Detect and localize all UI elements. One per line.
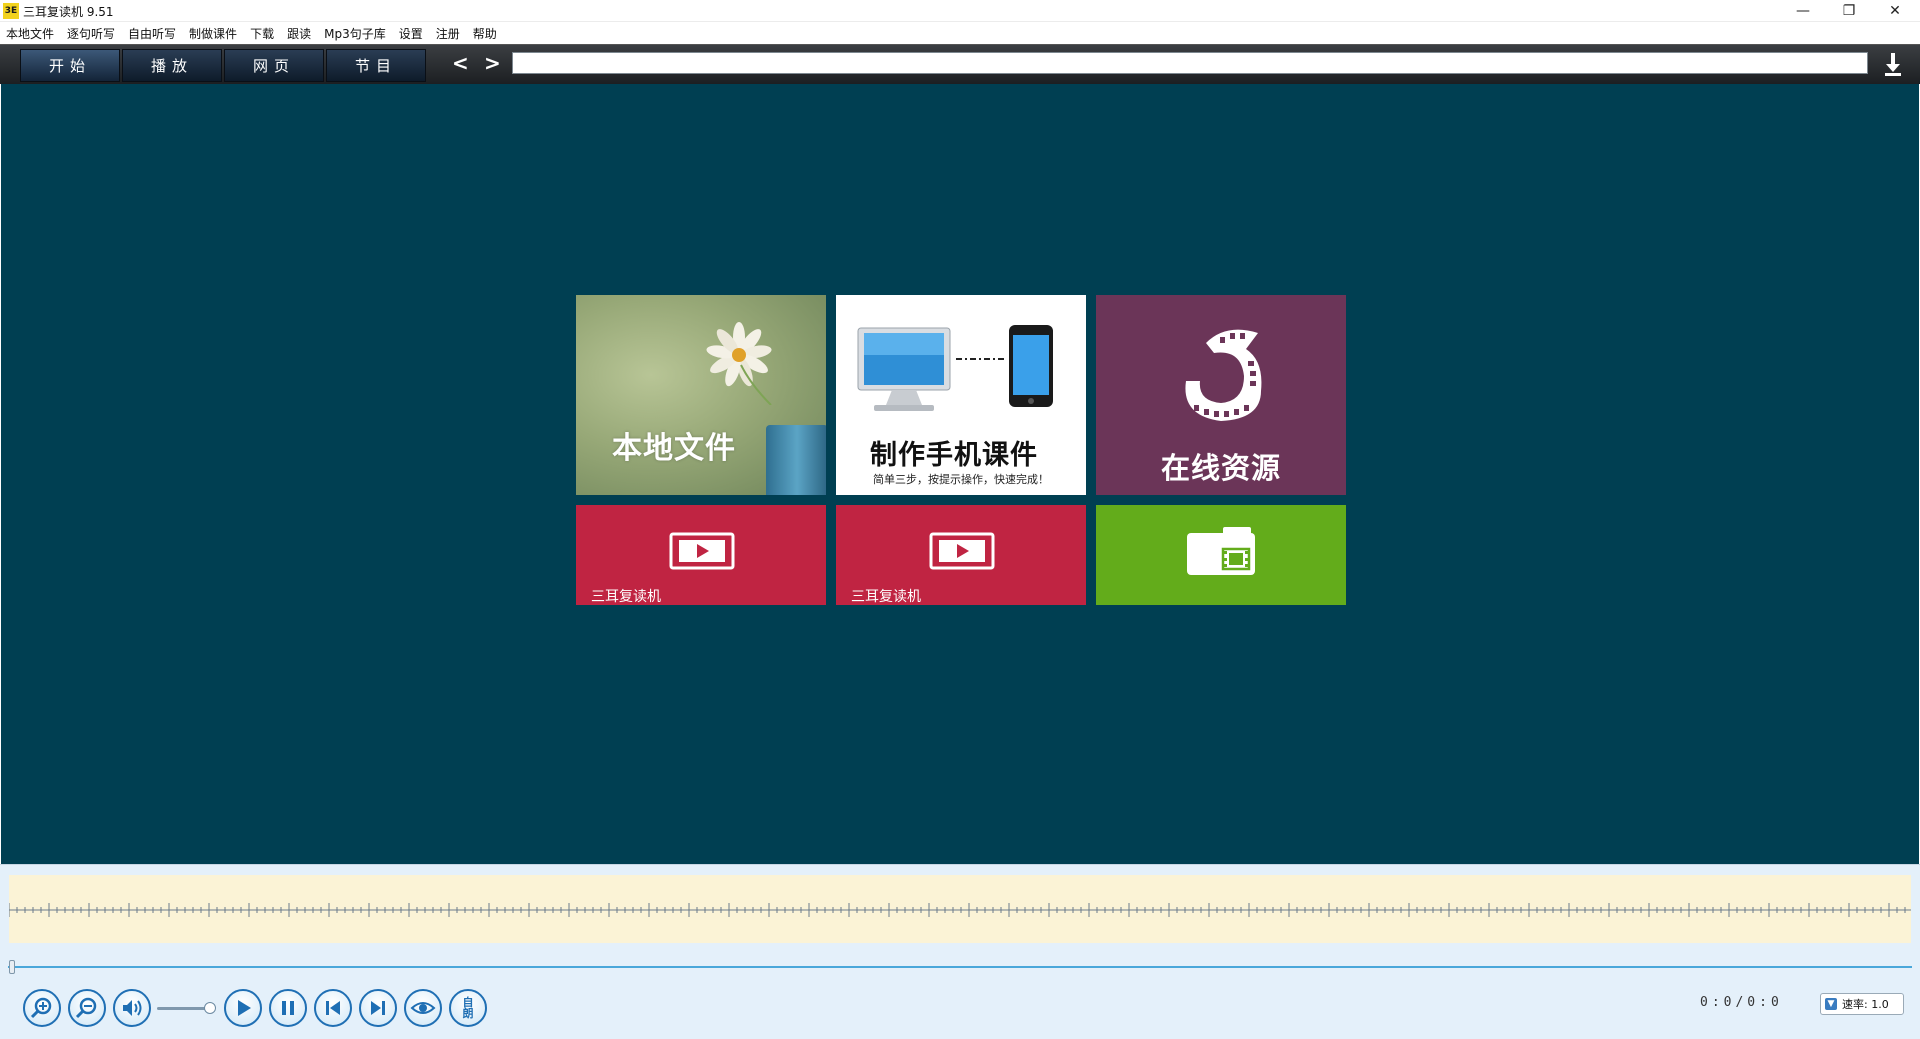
zoom-out-button[interactable] [68, 989, 106, 1027]
flower-image [706, 322, 772, 405]
player-panel: 自朗 0:0/0:0 ▼ 速率: 1.0 [0, 864, 1920, 1039]
waveform-display[interactable] [8, 875, 1911, 943]
tile-mobile-courseware[interactable]: 制作手机课件 简单三步，按提示操作，快速完成！ [836, 295, 1086, 495]
vase-image [766, 425, 826, 495]
tile-video-1-label: 三耳复读机 [591, 589, 661, 605]
auto-read-button[interactable]: 自朗 [449, 989, 487, 1027]
auto-read-icon: 自朗 [462, 996, 474, 1020]
tile-online-resources[interactable]: 在线资源 [1096, 295, 1346, 495]
chevron-down-icon: ▼ [1825, 998, 1837, 1010]
tile-video-1[interactable]: 三耳复读机 [576, 505, 826, 605]
tile-mobile-courseware-subtitle: 简单三步，按提示操作，快速完成！ [873, 473, 1049, 486]
app-icon: 3E [3, 3, 19, 19]
waveform-ruler [8, 903, 1911, 917]
rate-selector[interactable]: ▼ 速率: 1.0 [1820, 993, 1904, 1015]
tile-video-folder[interactable] [1096, 505, 1346, 605]
computer-to-phone-icon [857, 325, 1053, 411]
zoom-out-icon [75, 997, 97, 1019]
video-play-icon [929, 532, 995, 570]
download-icon[interactable] [1882, 51, 1904, 77]
progress-thumb[interactable] [9, 960, 15, 974]
menu-bar: 本地文件 逐句听写 自由听写 制做课件 下载 跟读 Mp3句子库 设置 注册 帮… [0, 22, 1920, 44]
zoom-in-button[interactable] [23, 989, 61, 1027]
previous-button[interactable] [314, 989, 352, 1027]
back-button[interactable]: < [452, 51, 469, 75]
previous-icon [326, 1001, 340, 1015]
eye-icon [410, 1002, 436, 1014]
menu-help[interactable]: 帮助 [473, 25, 497, 42]
tile-video-2[interactable]: 三耳复读机 [836, 505, 1086, 605]
pause-button[interactable] [269, 989, 307, 1027]
volume-button[interactable] [113, 989, 151, 1027]
play-button[interactable] [224, 989, 262, 1027]
video-play-icon [669, 532, 735, 570]
window-title: 三耳复读机 9.51 [23, 5, 114, 19]
tile-local-file-label: 本地文件 [612, 431, 736, 466]
time-display: 0:0/0:0 [1700, 995, 1783, 1010]
menu-sentence-dictation[interactable]: 逐句听写 [67, 25, 115, 42]
menu-local-file[interactable]: 本地文件 [6, 25, 54, 42]
toolbar: 开始 播放 网页 节目 < > [0, 44, 1920, 84]
menu-settings[interactable]: 设置 [399, 25, 423, 42]
volume-slider-thumb[interactable] [204, 1002, 216, 1014]
url-input[interactable] [512, 52, 1868, 74]
menu-make-courseware[interactable]: 制做课件 [189, 25, 237, 42]
pause-icon [282, 1001, 294, 1015]
close-button[interactable]: ✕ [1872, 0, 1918, 22]
tile-local-file[interactable]: 本地文件 [576, 295, 826, 495]
menu-follow-read[interactable]: 跟读 [287, 25, 311, 42]
film-reel-icon [1185, 329, 1262, 421]
tile-online-resources-label: 在线资源 [1160, 451, 1281, 485]
forward-button[interactable]: > [484, 51, 501, 75]
rate-label: 速率: 1.0 [1842, 998, 1889, 1011]
menu-free-dictation[interactable]: 自由听写 [128, 25, 176, 42]
tab-start[interactable]: 开始 [20, 49, 120, 82]
menu-register[interactable]: 注册 [436, 25, 460, 42]
next-icon [371, 1001, 385, 1015]
tab-programs[interactable]: 节目 [326, 49, 426, 82]
menu-download[interactable]: 下载 [250, 25, 274, 42]
view-button[interactable] [404, 989, 442, 1027]
video-folder-icon [1187, 527, 1255, 575]
next-button[interactable] [359, 989, 397, 1027]
minimize-button[interactable]: — [1780, 0, 1826, 22]
tab-play[interactable]: 播放 [122, 49, 222, 82]
zoom-in-icon [30, 997, 52, 1019]
menu-mp3-sentence-library[interactable]: Mp3句子库 [324, 25, 386, 42]
title-bar: 3E 三耳复读机 9.51 — ❐ ✕ [0, 0, 1920, 22]
tile-mobile-courseware-label: 制作手机课件 [870, 440, 1038, 471]
tab-web[interactable]: 网页 [224, 49, 324, 82]
play-icon [238, 1000, 251, 1016]
progress-track[interactable] [8, 966, 1912, 968]
restore-button[interactable]: ❐ [1826, 0, 1872, 22]
volume-icon [123, 1000, 142, 1016]
main-canvas: 本地文件 制作手机课件 简单三步，按提示操作，快速完成！ 在线资源 三耳复读机 … [1, 84, 1919, 864]
tile-video-2-label: 三耳复读机 [851, 589, 921, 605]
